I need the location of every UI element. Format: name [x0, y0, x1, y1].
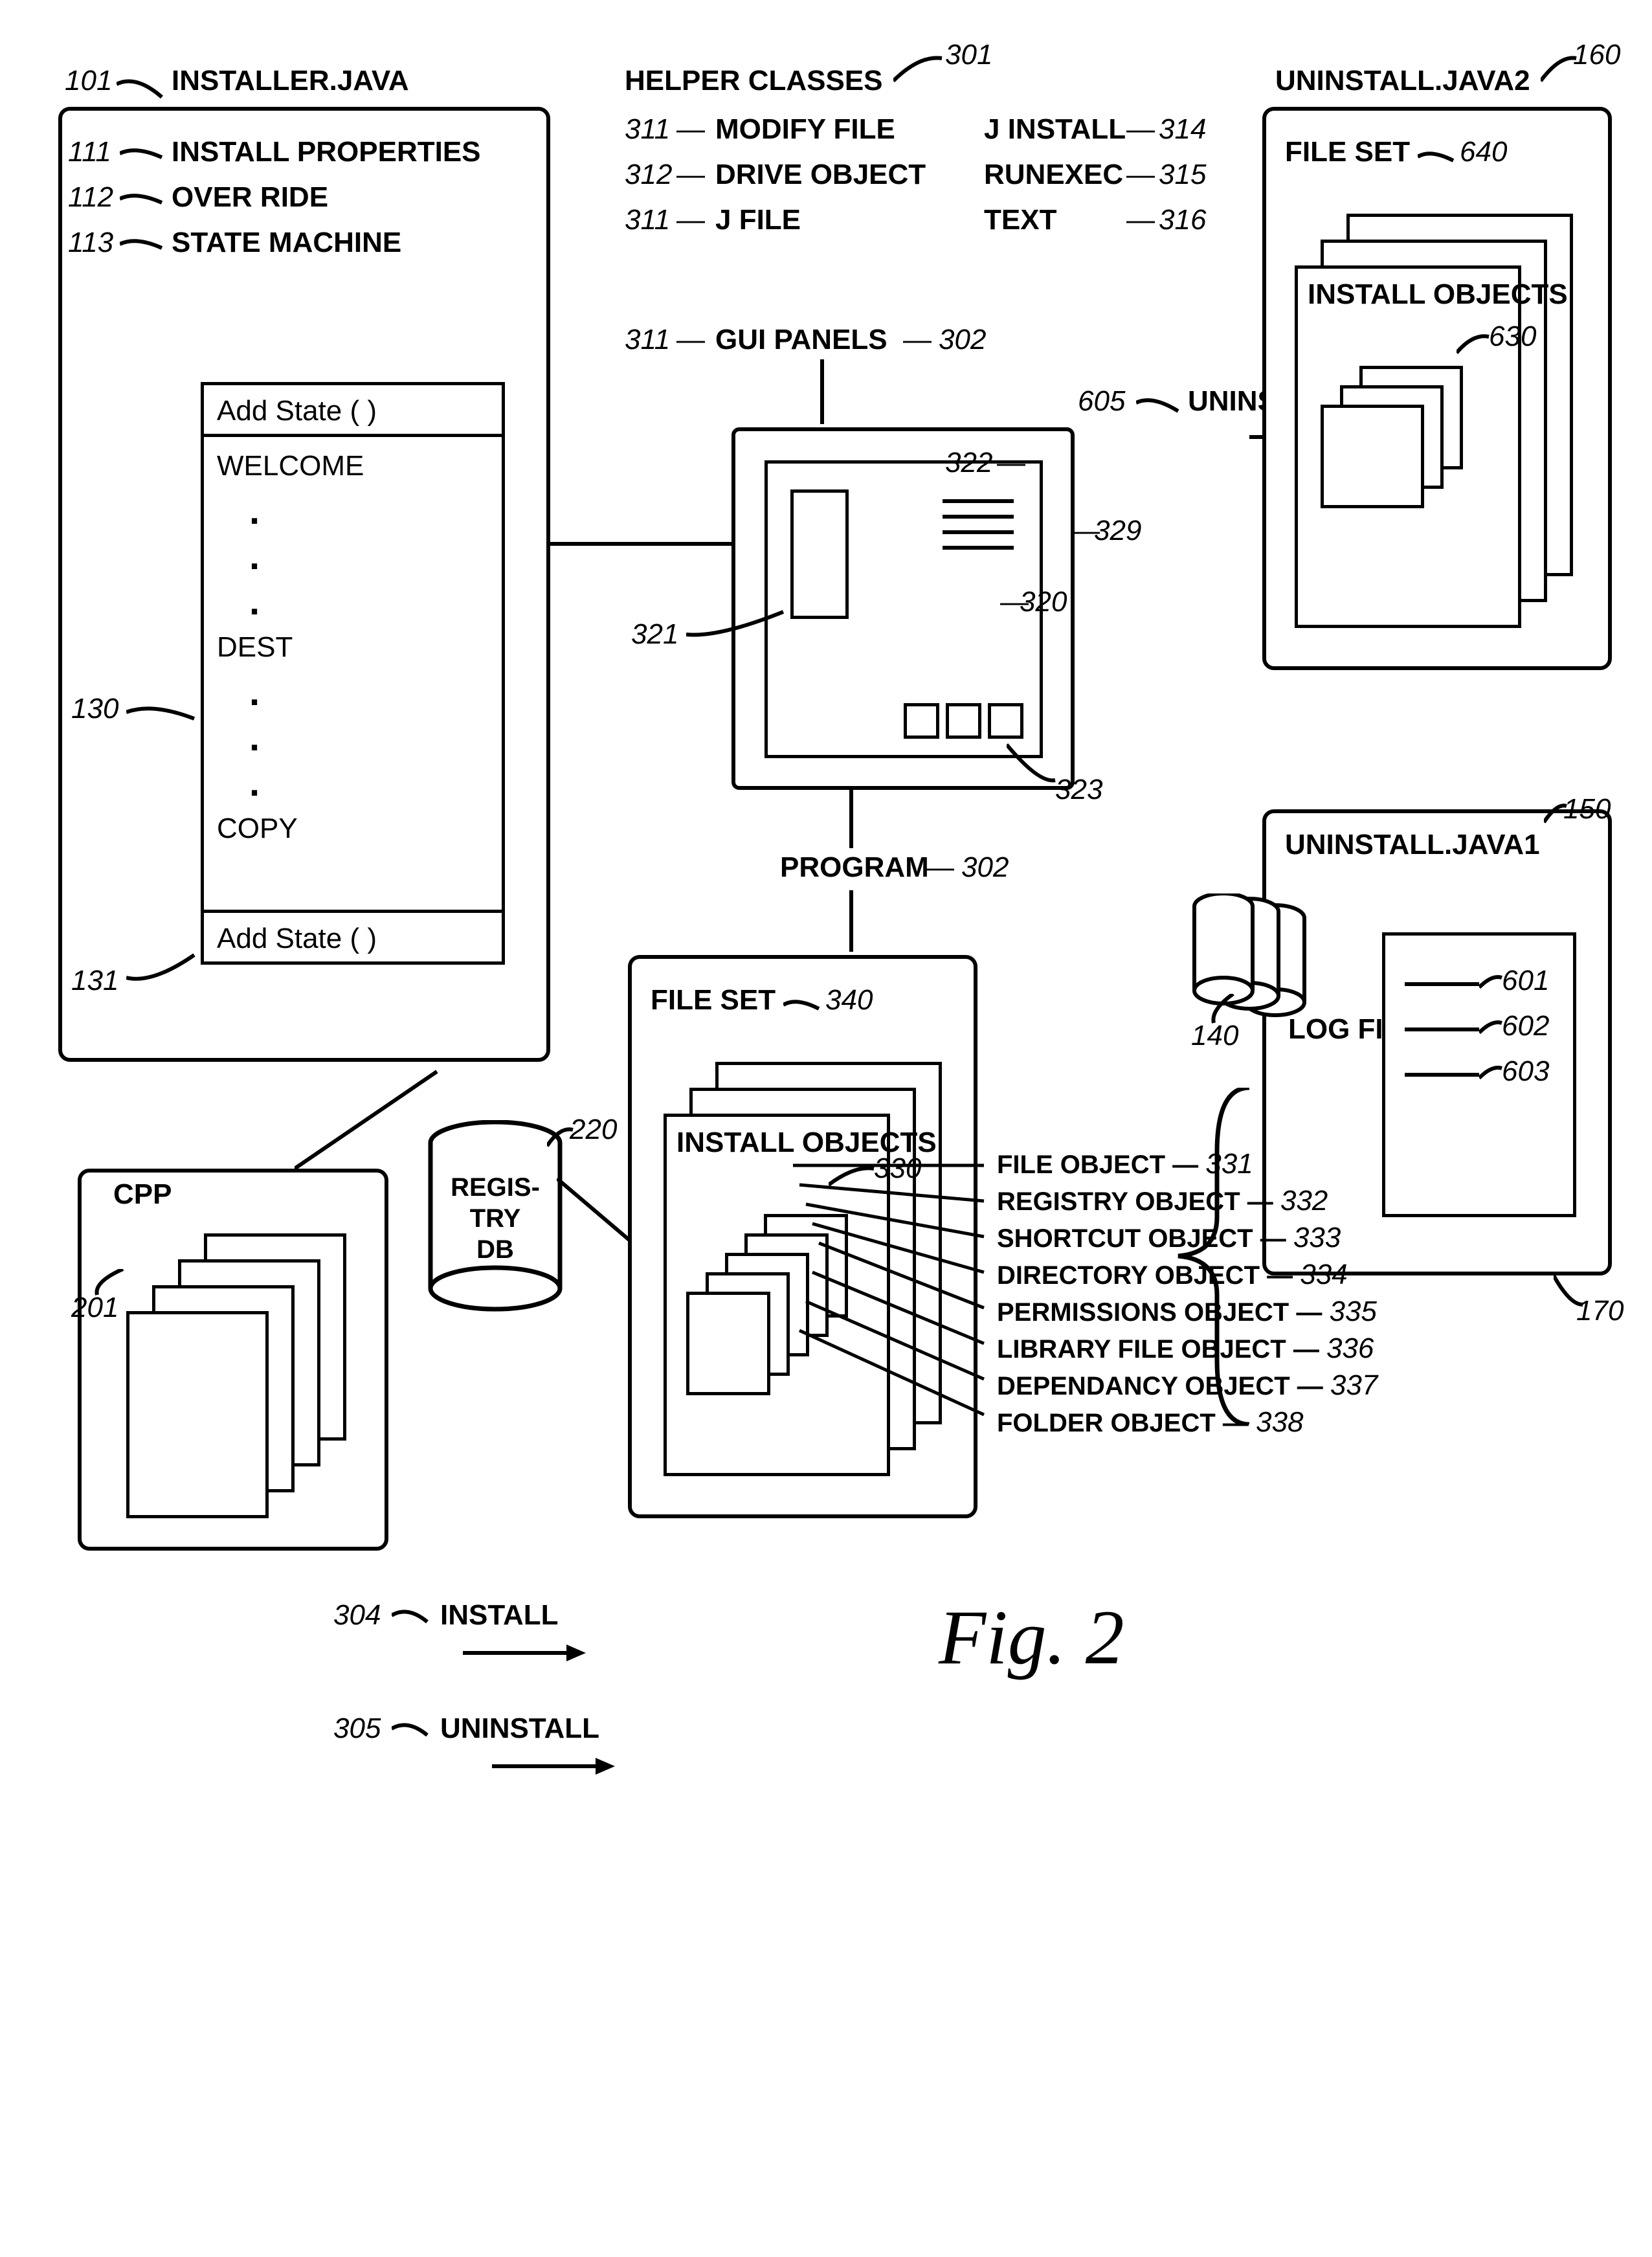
gui-lines-322 [943, 499, 1014, 550]
gui-btn-1[interactable] [904, 703, 939, 739]
ref-131: 131 [71, 965, 118, 997]
ref-603: 603 [1502, 1055, 1549, 1088]
registry-db: REGIS-TRYDB [427, 1120, 563, 1314]
ref-h311b: 311 [625, 204, 670, 236]
ref-602: 602 [1502, 1010, 1549, 1042]
ref-302a: 302 [939, 324, 986, 356]
ref-605: 605 [1078, 385, 1125, 418]
uninstall2-label: UNINSTALL [440, 1712, 599, 1745]
ref-111: 111 [68, 136, 111, 168]
state-machine: Add State ( ) WELCOME . . . DEST . . . C… [201, 382, 505, 965]
obj-334: DIRECTORY OBJECT [997, 1261, 1260, 1290]
obj-338: FOLDER OBJECT [997, 1409, 1216, 1437]
helper-jfile: J FILE [715, 204, 801, 236]
sm-row-7: . [217, 715, 502, 761]
sm-row-4: . [217, 579, 502, 625]
helper-runexec: RUNEXEC [984, 159, 1123, 191]
ref-314: 314 [1159, 113, 1206, 146]
uj2-fileset-stack: INSTALL OBJECTS [1295, 214, 1573, 628]
helper-drive: DRIVE OBJECT [715, 159, 926, 191]
installer-title: INSTALLER.JAVA [172, 65, 409, 97]
ref-322: 322 [945, 447, 992, 479]
fileset-fs-label: FILE SET [651, 984, 776, 1016]
gui-btn-2[interactable] [946, 703, 981, 739]
gui-text-321 [790, 489, 849, 619]
helper-text: TEXT [984, 204, 1056, 236]
sm-row-2: . [217, 489, 502, 534]
sm-row-10: Add State ( ) [204, 910, 502, 961]
sm-row-0: Add State ( ) [204, 385, 502, 437]
ref-305: 305 [333, 1712, 381, 1745]
obj-336: LIBRARY FILE OBJECT [997, 1335, 1286, 1364]
gui-btn-3[interactable] [988, 703, 1023, 739]
ref-329: 329 [1094, 515, 1141, 547]
uj2-io-label: INSTALL OBJECTS [1308, 278, 1568, 311]
ref-304: 304 [333, 1599, 381, 1632]
ref-101: 101 [65, 65, 112, 97]
ref-h311a: 311 [625, 113, 670, 146]
ref-302b: 302 [961, 851, 1009, 884]
figure-caption: Fig. 2 [939, 1593, 1124, 1682]
obj-332: REGISTRY OBJECT [997, 1187, 1240, 1216]
helper-jinstall: J INSTALL [984, 113, 1126, 146]
ref-gui311: 311 [625, 324, 670, 356]
ref-113: 113 [68, 227, 113, 259]
gui-panels: GUI PANELS [715, 324, 887, 356]
ref-112: 112 [68, 181, 113, 214]
uj2-title: UNINSTALL.JAVA2 [1275, 65, 1530, 97]
ref-630: 630 [1489, 320, 1536, 353]
ref-640: 640 [1460, 136, 1507, 168]
helper-modify: MODIFY FILE [715, 113, 895, 146]
sm-row-6: . [217, 670, 502, 715]
sm-row-8: . [217, 761, 502, 806]
ref-340: 340 [825, 984, 873, 1016]
ref-150: 150 [1563, 793, 1611, 825]
ref-316: 316 [1159, 204, 1206, 236]
uj1-title: UNINSTALL.JAVA1 [1285, 829, 1540, 861]
sm-row-9: COPY [217, 806, 502, 851]
prop-113: STATE MACHINE [172, 227, 401, 259]
ref-301: 301 [945, 39, 992, 71]
ref-h312: 312 [625, 159, 672, 191]
sm-row-3: . [217, 534, 502, 579]
sm-row-5: DEST [217, 625, 502, 670]
ref-601: 601 [1502, 965, 1549, 997]
ref-315: 315 [1159, 159, 1206, 191]
ref-130: 130 [71, 693, 118, 725]
program-label: PROGRAM [780, 851, 929, 884]
obj-335: PERMISSIONS OBJECT [997, 1298, 1289, 1327]
cpp-title: CPP [113, 1178, 172, 1211]
obj-331: FILE OBJECT [997, 1151, 1165, 1179]
prop-111: INSTALL PROPERTIES [172, 136, 481, 168]
ref-323: 323 [1055, 774, 1102, 806]
obj-333: SHORTCUT OBJECT [997, 1224, 1253, 1253]
ref-321: 321 [631, 618, 678, 651]
log-label: LOG FILE [1288, 1013, 1366, 1046]
ref-220: 220 [570, 1114, 617, 1146]
obj-337: DEPENDANCY OBJECT [997, 1372, 1290, 1400]
log-cylinders [1191, 893, 1308, 1023]
install-label: INSTALL [440, 1599, 559, 1632]
prop-112: OVER RIDE [172, 181, 328, 214]
helper-title: HELPER CLASSES [625, 65, 883, 97]
cpp-stack [126, 1233, 346, 1518]
ref-160: 160 [1573, 39, 1620, 71]
uj2-fs-label: FILE SET [1285, 136, 1410, 168]
sm-row-1: WELCOME [217, 444, 502, 489]
